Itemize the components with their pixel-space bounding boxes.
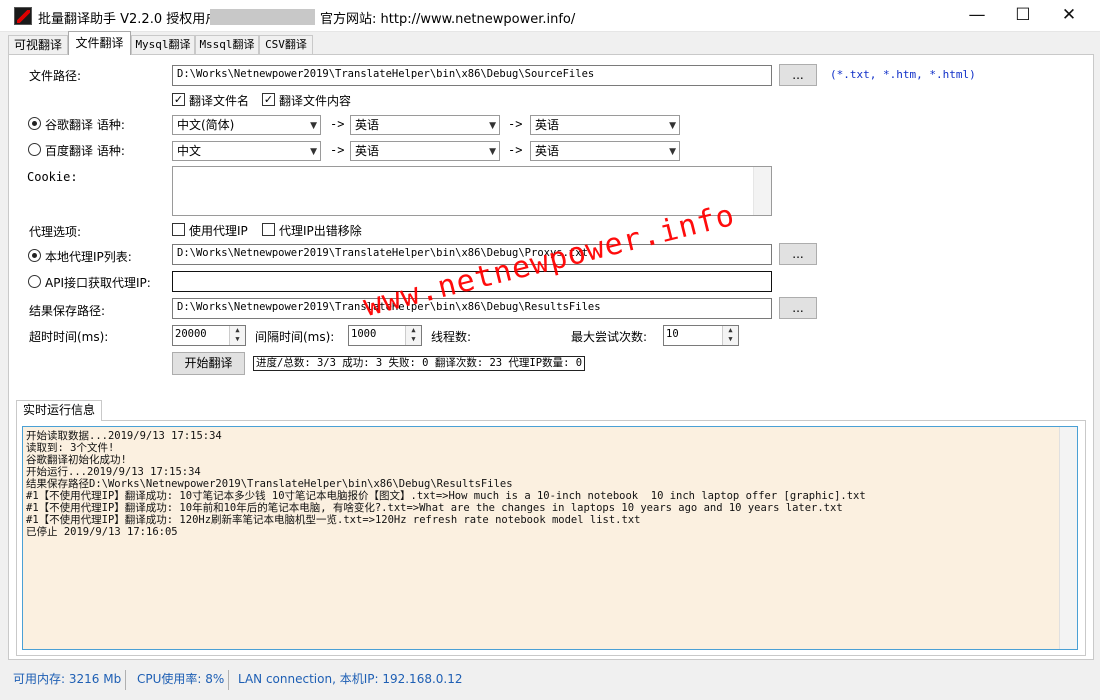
minimize-button[interactable]: — [954,0,1000,32]
max-retries-label: 最大尝试次数: [571,330,648,344]
baidu-middle-language-value: 英语 [355,144,380,158]
api-proxy-label: API接口获取代理IP: [45,276,151,290]
use-proxy-checkbox[interactable] [172,223,185,236]
spin-arrows-icon[interactable]: ▲ ▼ [722,326,738,345]
local-proxy-label: 本地代理IP列表: [45,250,132,264]
tab-file-translate[interactable]: 文件翻译 [68,31,131,55]
log-line: 已停止 2019/9/13 17:16:05 [26,526,178,538]
baidu-language-label: 百度翻译 语种: [45,144,125,158]
max-retries-stepper[interactable]: 10 ▲ ▼ [663,325,739,346]
cookie-scrollbar[interactable] [753,167,771,215]
cpu-status: CPU使用率: 8% [133,670,230,690]
official-site-label: 官方网站: http://www.netnewpower.info/ [320,12,576,27]
baidu-target-language-value: 英语 [535,144,560,158]
google-middle-language-value: 英语 [355,118,380,132]
interval-value: 1000 [351,328,377,340]
arrow-text: -> [330,117,345,131]
remove-bad-proxy-checkbox[interactable] [262,223,275,236]
translate-filename-checkbox[interactable]: ✓ [172,93,185,106]
chevron-down-icon: ▼ [489,147,496,157]
local-proxy-radio[interactable] [28,249,41,262]
log-scrollbar[interactable] [1059,427,1077,649]
chevron-down-icon: ▼ [310,121,317,131]
arrow-text: -> [508,117,523,131]
google-language-label: 谷歌翻译 语种: [45,118,125,132]
interval-stepper[interactable]: 1000 ▲ ▼ [348,325,422,346]
timeout-value: 20000 [175,328,207,340]
translate-filename-label: 翻译文件名 [189,94,250,108]
network-status: LAN connection, 本机IP: 192.168.0.12 [238,672,463,686]
tab-mysql-translate[interactable]: Mysql翻译 [131,35,195,54]
timeout-stepper[interactable]: 20000 ▲ ▼ [172,325,246,346]
baidu-target-language-select[interactable]: 英语 ▼ [530,141,680,161]
licensed-user-redacted [210,9,315,25]
app-icon [14,7,32,25]
log-lines: 开始读取数据...2019/9/13 17:15:34 读取到: 3个文件! 谷歌翻… [26,430,866,538]
chevron-down-icon: ▼ [310,147,317,157]
memory-status: 可用内存: 3216 Mb [9,670,127,690]
timeout-label: 超时时间(ms): [29,330,109,344]
google-source-language-value: 中文(简体) [177,118,235,132]
translate-content-checkbox[interactable]: ✓ [262,93,275,106]
api-proxy-radio[interactable] [28,275,41,288]
log-line: 读取到: 3个文件! [26,442,115,454]
proxy-options-label: 代理选项: [29,225,82,239]
use-proxy-label: 使用代理IP [189,224,248,238]
browse-result-button[interactable]: ... [779,297,817,319]
remove-bad-proxy-label: 代理IP出错移除 [279,224,362,238]
baidu-middle-language-select[interactable]: 英语 ▼ [350,141,500,161]
log-line: #1【不使用代理IP】翻译成功: 10年前和10年后的笔记本电脑, 有啥变化?.… [26,502,843,514]
result-path-input[interactable]: D:\Works\Netnewpower2019\TranslateHelper… [172,298,772,319]
tab-visual-translate[interactable]: 可视翻译 [8,35,68,54]
google-source-language-select[interactable]: 中文(简体) ▼ [172,115,321,135]
spin-arrows-icon[interactable]: ▲ ▼ [405,326,421,345]
extension-hint: (*.txt, *.htm, *.html) [830,68,976,81]
file-path-label: 文件路径: [29,69,82,83]
log-line: 谷歌翻译初始化成功! [26,454,127,466]
log-line: #1【不使用代理IP】翻译成功: 10寸笔记本多少钱 10寸笔记本电脑报价【图文… [26,490,866,502]
google-middle-language-select[interactable]: 英语 ▼ [350,115,500,135]
log-line: #1【不使用代理IP】翻译成功: 120Hz刷新率笔记本电脑机型一览.txt=>… [26,514,641,526]
arrow-text: -> [508,143,523,157]
progress-status: 进度/总数: 3/3 成功: 3 失败: 0 翻译次数: 23 代理IP数量: … [253,356,586,371]
google-target-language-select[interactable]: 英语 ▼ [530,115,680,135]
start-translate-button[interactable]: 开始翻译 [172,352,245,375]
tab-realtime-log[interactable]: 实时运行信息 [16,400,102,421]
tab-csv-translate[interactable]: CSV翻译 [259,35,313,54]
window-title: 批量翻译助手 V2.2.0 授权用户: [38,12,223,27]
google-target-language-value: 英语 [535,118,560,132]
log-output[interactable]: 开始读取数据...2019/9/13 17:15:34 读取到: 3个文件! 谷歌翻… [22,426,1078,650]
interval-label: 间隔时间(ms): [255,330,335,344]
log-line: 开始读取数据...2019/9/13 17:15:34 [26,430,222,442]
translate-content-label: 翻译文件内容 [279,94,352,108]
arrow-text: -> [330,143,345,157]
threads-label: 线程数: [431,330,472,344]
maximize-button[interactable]: ☐ [1000,0,1046,32]
max-retries-value: 10 [666,328,679,340]
log-line: 开始运行...2019/9/13 17:15:34 [26,466,201,478]
browse-source-button[interactable]: ... [779,64,817,86]
baidu-source-language-select[interactable]: 中文 ▼ [172,141,321,161]
chevron-down-icon: ▼ [669,147,676,157]
cookie-label: Cookie: [27,170,78,184]
chevron-down-icon: ▼ [669,121,676,131]
log-line: 结果保存路径D:\Works\Netnewpower2019\Translate… [26,478,513,490]
spin-arrows-icon[interactable]: ▲ ▼ [229,326,245,345]
baidu-radio[interactable] [28,143,41,156]
tab-mssql-translate[interactable]: Mssql翻译 [195,35,259,54]
google-radio[interactable] [28,117,41,130]
close-button[interactable]: ✕ [1046,0,1092,32]
browse-proxy-button[interactable]: ... [779,243,817,265]
file-path-input[interactable]: D:\Works\Netnewpower2019\TranslateHelper… [172,65,772,86]
chevron-down-icon: ▼ [489,121,496,131]
result-path-label: 结果保存路径: [29,304,106,318]
baidu-source-language-value: 中文 [177,144,202,158]
